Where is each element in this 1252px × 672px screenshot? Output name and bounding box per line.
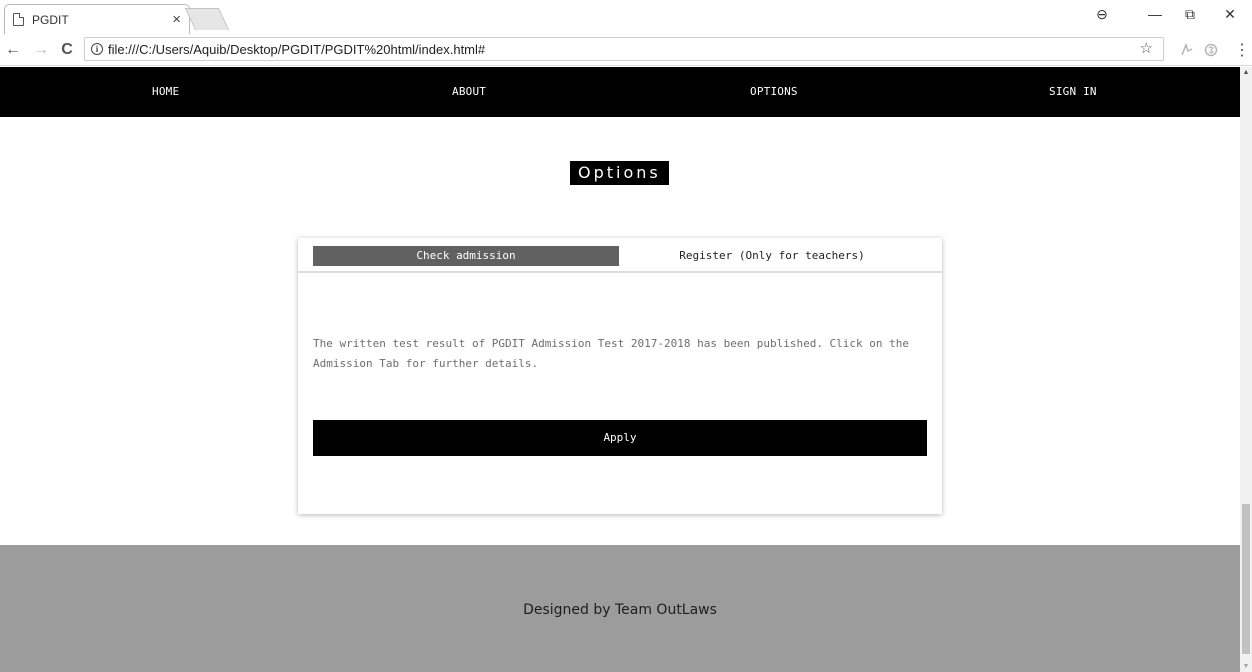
info-icon[interactable]: i [91, 43, 103, 55]
account-icon[interactable]: ⊖ [1092, 6, 1112, 23]
browser-tab-strip: PGDIT × ⊖ — ⧉ ✕ [0, 0, 1252, 34]
page-viewport: HOME ABOUT OPTIONS SIGN IN Options Check… [0, 67, 1240, 672]
nav-link-home[interactable]: HOME [152, 85, 179, 98]
tab-close-icon[interactable]: × [172, 12, 181, 27]
site-nav: HOME ABOUT OPTIONS SIGN IN [0, 67, 1240, 117]
window-close-icon[interactable]: ✕ [1220, 6, 1240, 23]
bookmark-star-icon[interactable]: ☆ [1140, 39, 1153, 57]
forward-icon[interactable]: → [32, 41, 50, 59]
page-title: Options [570, 161, 669, 185]
nav-link-sign-in[interactable]: SIGN IN [1049, 85, 1097, 98]
browser-menu-icon[interactable]: ⋮ [1234, 40, 1250, 60]
tab-title: PGDIT [32, 12, 69, 27]
address-bar: ← → C i file:///C:/Users/Aquib/Desktop/P… [0, 34, 1252, 66]
scroll-thumb[interactable] [1242, 504, 1250, 654]
apply-button[interactable]: Apply [313, 420, 927, 456]
admission-notice: The written test result of PGDIT Admissi… [313, 337, 910, 370]
options-tabs: Check admission Register (Only for teach… [298, 238, 942, 273]
extension-icon[interactable] [1179, 42, 1195, 59]
nav-link-about[interactable]: ABOUT [452, 85, 486, 98]
scroll-up-arrow-icon[interactable]: ▲ [1240, 69, 1252, 76]
url-text[interactable]: file:///C:/Users/Aquib/Desktop/PGDIT/PGD… [108, 42, 485, 57]
skype-extension-icon[interactable] [1203, 43, 1219, 59]
tab-check-admission[interactable]: Check admission [313, 246, 619, 266]
restore-icon[interactable]: ⧉ [1180, 6, 1200, 23]
nav-link-options[interactable]: OPTIONS [750, 85, 798, 98]
tab-register-teachers[interactable]: Register (Only for teachers) [619, 246, 925, 266]
page-icon [13, 13, 24, 26]
minimize-icon[interactable]: — [1145, 6, 1165, 22]
page-scrollbar[interactable]: ▲ ▼ [1240, 67, 1252, 672]
browser-tab[interactable]: PGDIT × [4, 4, 190, 34]
back-icon[interactable]: ← [4, 41, 22, 59]
footer: Designed by Team OutLaws [0, 545, 1240, 672]
scroll-down-arrow-icon[interactable]: ▼ [1240, 663, 1252, 670]
new-tab-button[interactable] [184, 8, 230, 30]
options-card: Check admission Register (Only for teach… [298, 238, 942, 514]
url-field[interactable]: i file:///C:/Users/Aquib/Desktop/PGDIT/P… [84, 37, 1164, 61]
footer-credit: Designed by Team OutLaws [523, 602, 717, 618]
reload-icon[interactable]: C [58, 41, 76, 59]
